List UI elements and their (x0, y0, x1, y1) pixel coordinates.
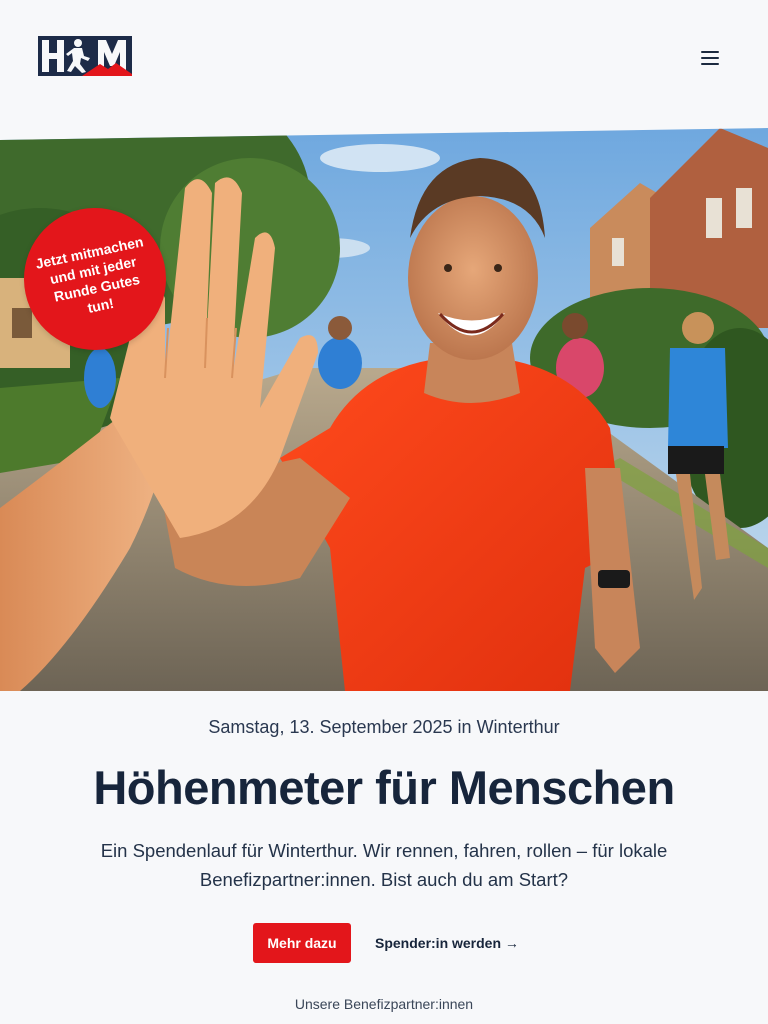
promo-badge-text: Jetzt mitmachen und mit jeder Runde Gute… (34, 233, 145, 316)
hamburger-menu-icon (701, 51, 719, 53)
menu-toggle-button[interactable] (694, 44, 726, 72)
become-donor-link[interactable]: Spender:in werden → (375, 931, 519, 955)
more-info-button[interactable]: Mehr dazu (253, 923, 351, 963)
hamburger-line (701, 63, 719, 65)
hfm-logo[interactable] (38, 36, 132, 76)
event-date: Samstag, 13. September 2025 in Winterthu… (208, 717, 560, 737)
site-header (0, 0, 768, 120)
page-title: Höhenmeter für Menschen (93, 761, 675, 814)
intro-text: Ein Spendenlauf für Winterthur. Wir renn… (100, 840, 668, 890)
partners-heading: Unsere Benefizpartner:innen (294, 996, 474, 1012)
hamburger-line (701, 57, 719, 59)
